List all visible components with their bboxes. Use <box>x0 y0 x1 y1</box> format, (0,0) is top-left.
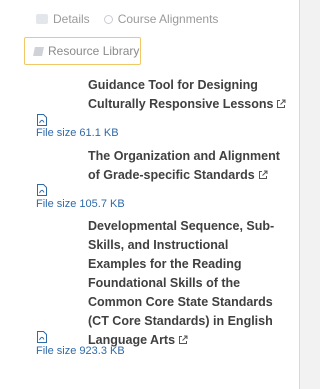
tab-row: Details Course Alignments <box>36 12 218 26</box>
resource-panel: Details Course Alignments Resource Libra… <box>0 0 300 389</box>
file-size: File size 105.7 KB <box>36 198 125 210</box>
resource-title: Guidance Tool for Designing Culturally R… <box>88 78 274 111</box>
tab-details[interactable]: Details <box>36 12 90 26</box>
tab-course-alignments[interactable]: Course Alignments <box>103 12 219 26</box>
file-size-label: File size <box>36 345 77 357</box>
file-size: File size 61.1 KB <box>36 127 119 139</box>
tab-resource-library[interactable]: Resource Library <box>24 37 141 65</box>
file-size: File size 923.3 KB <box>36 345 125 357</box>
file-size-value: 105.7 KB <box>79 198 125 210</box>
external-link-icon <box>258 170 268 179</box>
details-icon <box>36 14 48 24</box>
file-size-label: File size <box>36 198 77 210</box>
file-size-value: 61.1 KB <box>79 127 119 139</box>
pdf-icon <box>37 114 47 126</box>
resource-title-link[interactable]: The Organization and Alignment of Grade-… <box>88 147 288 185</box>
external-link-icon <box>179 335 188 344</box>
alignment-icon <box>103 14 113 24</box>
tab-resource-library-label: Resource Library <box>48 44 140 58</box>
file-size-value: 923.3 KB <box>79 345 125 357</box>
resource-title-link[interactable]: Guidance Tool for Designing Culturally R… <box>88 76 288 114</box>
resource-title: Developmental Sequence, Sub-Skills, and … <box>88 219 275 347</box>
tab-course-alignments-label: Course Alignments <box>117 12 219 26</box>
pdf-icon <box>37 184 47 196</box>
library-icon <box>33 46 44 56</box>
resource-title: The Organization and Alignment of Grade-… <box>88 149 280 182</box>
resource-title-link[interactable]: Developmental Sequence, Sub-Skills, and … <box>88 217 288 350</box>
pdf-icon <box>37 331 47 343</box>
tab-details-label: Details <box>53 12 90 26</box>
file-size-label: File size <box>36 127 77 139</box>
external-link-icon <box>277 99 286 108</box>
